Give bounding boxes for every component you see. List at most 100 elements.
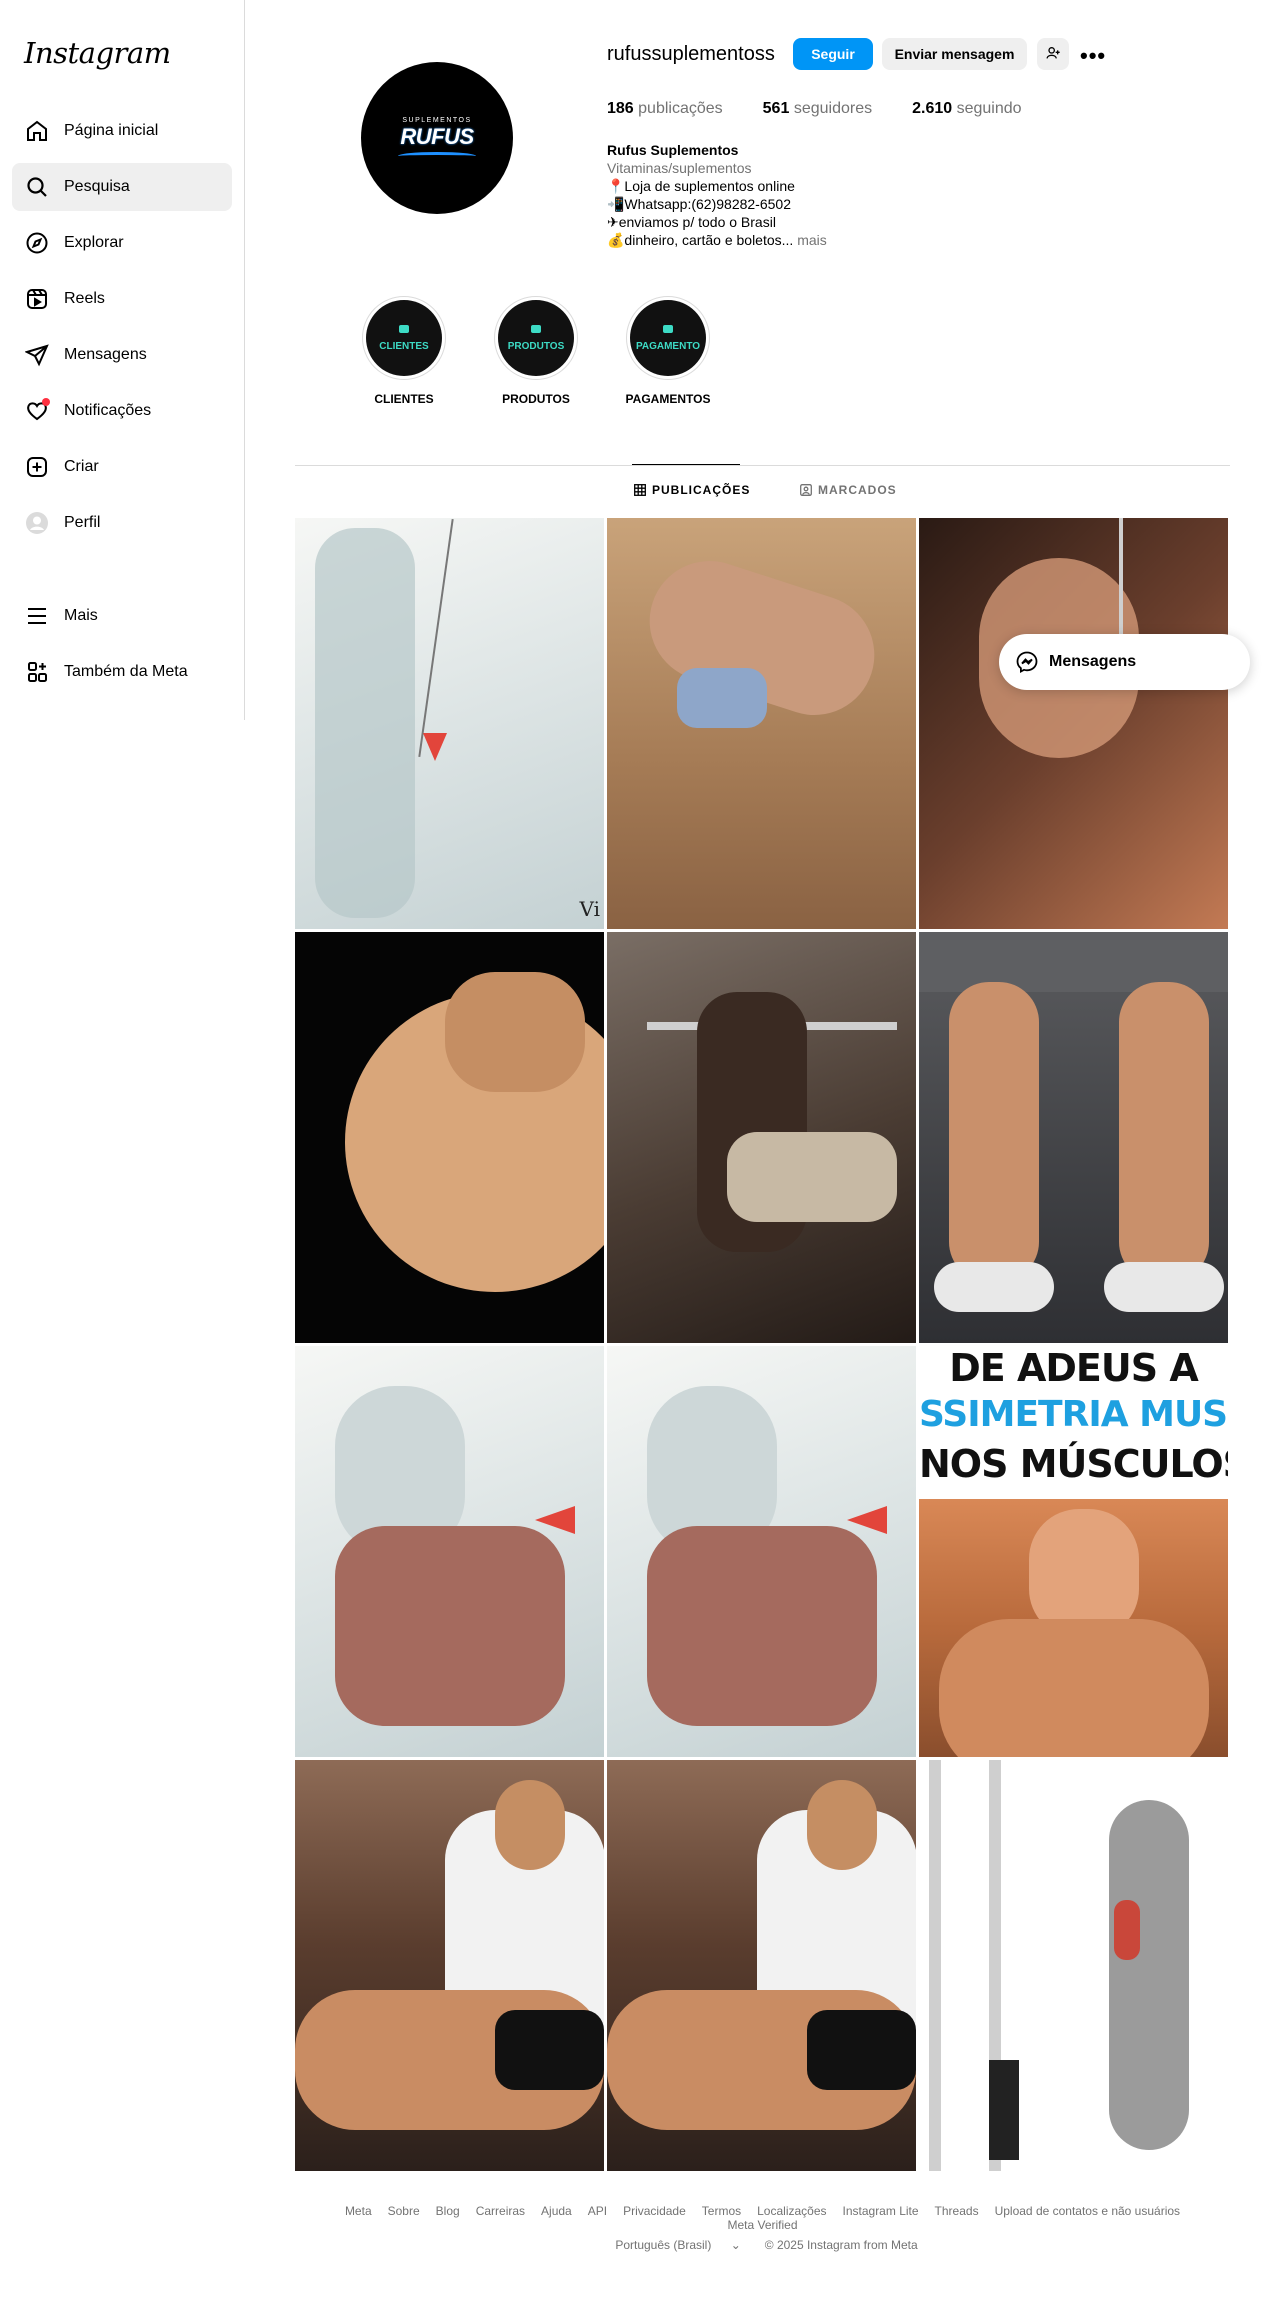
- profile-avatar[interactable]: SUPLEMENTOS RUFUS: [361, 62, 513, 214]
- post-thumbnail[interactable]: [919, 1760, 1228, 2171]
- following-count: 2.610: [912, 100, 953, 117]
- sidebar-item-notifications[interactable]: Notificações: [12, 387, 232, 435]
- instagram-logo[interactable]: Instagram: [24, 36, 171, 70]
- tab-tagged[interactable]: MARCADOS: [800, 483, 897, 497]
- post-torso: [939, 1619, 1209, 1757]
- post-shoe: [934, 1262, 1054, 1312]
- post-watermark: Vi: [579, 897, 601, 921]
- floating-messages-button[interactable]: Mensagens: [999, 634, 1250, 690]
- language-selector[interactable]: Português (Brasil) ⌄: [607, 2238, 748, 2252]
- footer-link[interactable]: Instagram Lite: [843, 2204, 919, 2218]
- copyright: © 2025 Instagram from Meta: [764, 2238, 918, 2252]
- followers-label: seguidores: [793, 100, 873, 117]
- highlight-clientes[interactable]: CLIENTES CLIENTES: [338, 296, 470, 406]
- footer-link[interactable]: Privacidade: [623, 2204, 686, 2218]
- footer-link[interactable]: Ajuda: [541, 2204, 572, 2218]
- post-fist: [445, 972, 585, 1092]
- sidebar-item-label: Mais: [64, 607, 98, 624]
- sidebar-item-profile[interactable]: Perfil: [12, 499, 232, 547]
- footer-link[interactable]: Meta Verified: [727, 2218, 797, 2232]
- tagged-icon: [800, 484, 812, 496]
- bio-line-last: 💰dinheiro, cartão e boletos... mais: [607, 231, 827, 249]
- post-thumbnail[interactable]: [607, 518, 916, 929]
- highlight-pagamentos[interactable]: PAGAMENTO PAGAMENTOS: [602, 296, 734, 406]
- sidebar-nav: Página inicial Pesquisa Explorar Reels M…: [12, 107, 232, 555]
- messenger-icon: [1015, 650, 1039, 674]
- sidebar-item-label: Notificações: [64, 402, 152, 419]
- sidebar-item-more[interactable]: Mais: [12, 592, 232, 640]
- highlight-cover-text: PAGAMENTO: [635, 340, 701, 352]
- post-muscle: [335, 1526, 565, 1726]
- bio-more-link[interactable]: mais: [797, 232, 827, 248]
- compass-icon: [24, 230, 50, 256]
- footer-link[interactable]: Threads: [935, 2204, 979, 2218]
- profile-bio: Rufus Suplementos Vitaminas/suplementos …: [607, 141, 827, 249]
- sidebar-item-messages[interactable]: Mensagens: [12, 331, 232, 379]
- following-stat[interactable]: 2.610 seguindo: [912, 100, 1021, 118]
- highlight-produtos[interactable]: PRODUTOS PRODUTOS: [470, 296, 602, 406]
- sidebar-item-also-from-meta[interactable]: Também da Meta: [12, 648, 232, 696]
- floating-messages-label: Mensagens: [1049, 653, 1137, 670]
- post-thumbnail[interactable]: [295, 932, 604, 1343]
- post-figure: [1109, 1800, 1189, 2150]
- footer-links: Meta Sobre Blog Carreiras Ajuda API Priv…: [295, 2204, 1230, 2232]
- posts-label: publicações: [638, 100, 723, 117]
- footer-link[interactable]: Upload de contatos e não usuários: [995, 2204, 1180, 2218]
- post-thumbnail[interactable]: [295, 1760, 604, 2171]
- more-options-icon[interactable]: •••: [1080, 43, 1106, 69]
- post-shorts: [919, 932, 1228, 992]
- sidebar-item-create[interactable]: Criar: [12, 443, 232, 491]
- post-thumbnail[interactable]: [919, 518, 1228, 929]
- followers-stat[interactable]: 561 seguidores: [763, 100, 872, 118]
- footer-link[interactable]: Meta: [345, 2204, 372, 2218]
- footer-link[interactable]: API: [588, 2204, 607, 2218]
- poster-line: SSIMETRIA MUSCULA: [919, 1394, 1228, 1435]
- post-thumbnail[interactable]: [295, 1346, 604, 1757]
- footer-link[interactable]: Termos: [702, 2204, 741, 2218]
- poster-photo: [919, 1499, 1228, 1757]
- tab-posts[interactable]: PUBLICAÇÕES: [634, 483, 750, 497]
- bio-line: 📲Whatsapp:(62)98282-6502: [607, 196, 791, 212]
- footer-link[interactable]: Sobre: [388, 2204, 420, 2218]
- follow-button[interactable]: Seguir: [793, 38, 873, 70]
- avatar-brand: RUFUS: [400, 123, 474, 149]
- post-shoe: [1104, 1262, 1224, 1312]
- sidebar-item-label: Pesquisa: [64, 178, 130, 195]
- post-thumbnail[interactable]: [607, 932, 916, 1343]
- post-machine: [929, 1760, 941, 2171]
- bio-line: ✈enviamos p/ todo o Brasil: [607, 214, 776, 230]
- post-thumbnail[interactable]: DE ADEUS A SSIMETRIA MUSCULA NOS MÚSCULO…: [919, 1346, 1228, 1757]
- heart-icon: [24, 398, 50, 424]
- footer-link[interactable]: Carreiras: [476, 2204, 525, 2218]
- post-leg: [1119, 982, 1209, 1282]
- post-pants: [727, 1132, 897, 1222]
- arrow-icon: [423, 733, 447, 761]
- post-thumbnail[interactable]: Vi: [295, 518, 604, 929]
- post-shorts: [807, 2010, 916, 2090]
- sidebar-item-reels[interactable]: Reels: [12, 275, 232, 323]
- sidebar-item-home[interactable]: Página inicial: [12, 107, 232, 155]
- post-thumbnail[interactable]: [919, 932, 1228, 1343]
- sidebar-item-label: Criar: [64, 458, 99, 475]
- add-person-icon: [1045, 45, 1061, 64]
- sidebar-item-search[interactable]: Pesquisa: [12, 163, 232, 211]
- highlight-cover: CLIENTES: [366, 300, 442, 376]
- suggest-user-button[interactable]: [1037, 38, 1069, 70]
- bio-line: 📍Loja de suplementos online: [607, 178, 795, 194]
- footer-link[interactable]: Blog: [436, 2204, 460, 2218]
- poster-line: NOS MÚSCULOS: [919, 1442, 1228, 1486]
- sidebar-item-label: Página inicial: [64, 122, 159, 139]
- post-thumbnail[interactable]: [607, 1346, 916, 1757]
- tab-label: MARCADOS: [818, 483, 897, 497]
- send-message-button[interactable]: Enviar mensagem: [882, 38, 1027, 70]
- highlight-label: PAGAMENTOS: [625, 392, 711, 406]
- following-label: seguindo: [956, 100, 1022, 117]
- posts-count: 186: [607, 100, 634, 117]
- sidebar-item-label: Perfil: [64, 514, 101, 531]
- highlight-label: PRODUTOS: [502, 392, 570, 406]
- sidebar-item-label: Reels: [64, 290, 105, 307]
- footer-link[interactable]: Localizações: [757, 2204, 826, 2218]
- post-muscle-highlight: [1114, 1900, 1140, 1960]
- sidebar-item-explore[interactable]: Explorar: [12, 219, 232, 267]
- post-thumbnail[interactable]: [607, 1760, 916, 2171]
